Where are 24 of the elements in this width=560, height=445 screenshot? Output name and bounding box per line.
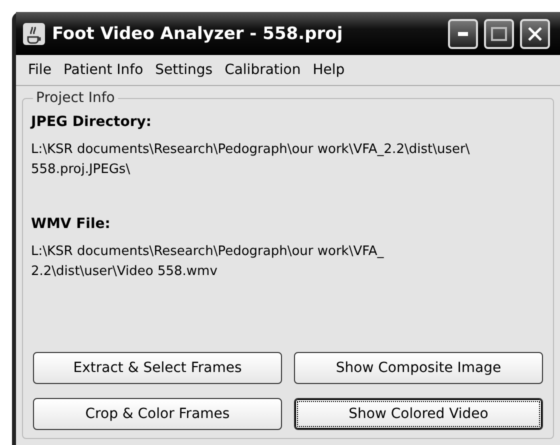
menu-item[interactable]: Help: [306, 62, 351, 78]
action-button[interactable]: Crop & Color Frames: [33, 398, 282, 430]
file-path: 558.proj.JPEGs\: [31, 161, 132, 179]
minimize-icon: [458, 32, 468, 36]
menu-item[interactable]: Patient Info: [57, 62, 150, 78]
group-title: Project Info: [35, 90, 116, 106]
action-button[interactable]: Show Composite Image: [294, 352, 543, 384]
action-button[interactable]: Extract & Select Frames: [33, 352, 282, 384]
minimize-button[interactable]: [448, 18, 478, 48]
window-title: Foot Video Analyzer - 558.proj: [52, 24, 344, 44]
action-button[interactable]: Show Colored Video: [294, 398, 543, 430]
file-path: L:\KSR documents\Research\Pedograph\our work\VFA_2.2\dist\user\: [31, 141, 471, 159]
menu-item[interactable]: Calibration: [218, 62, 307, 78]
maximize-icon: [491, 26, 507, 40]
file-path: L:\KSR documents\Research\Pedograph\our work\VFA_: [31, 243, 385, 261]
menu-item[interactable]: File: [22, 62, 58, 78]
maximize-button[interactable]: [484, 18, 514, 48]
close-icon: [527, 26, 543, 42]
field-label: WMV File:: [31, 216, 112, 232]
menu-item[interactable]: Settings: [149, 62, 219, 78]
app-icon: [22, 22, 46, 46]
file-path: 2.2\dist\user\Video 558.wmv: [31, 263, 218, 281]
close-button[interactable]: [520, 18, 550, 48]
field-label: JPEG Directory:: [31, 114, 152, 130]
